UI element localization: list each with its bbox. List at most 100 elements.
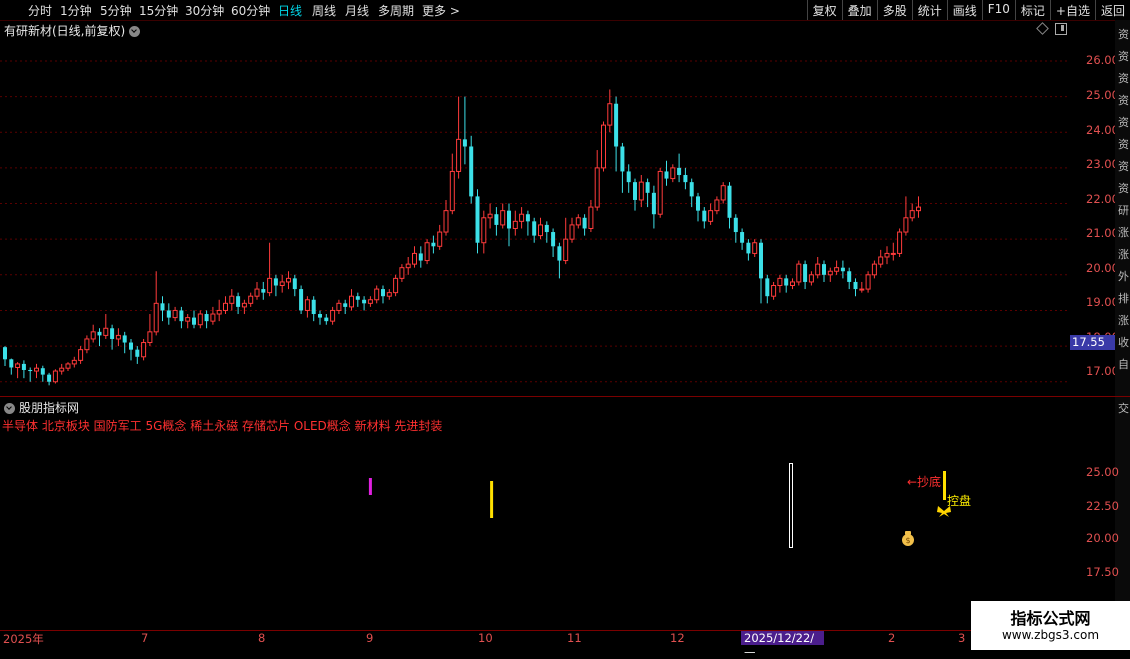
candle bbox=[424, 239, 430, 265]
candle bbox=[374, 285, 380, 304]
candle bbox=[765, 274, 770, 304]
period-tab-1min[interactable]: 1分钟 bbox=[60, 2, 92, 19]
candle bbox=[507, 203, 511, 247]
last-price-tag: 17.55 bbox=[1070, 335, 1116, 350]
candle bbox=[481, 210, 487, 254]
signal-bar bbox=[490, 481, 494, 518]
candle bbox=[40, 365, 45, 382]
money-bag-icon: $ bbox=[902, 531, 914, 546]
candle bbox=[594, 150, 600, 211]
candle bbox=[336, 299, 342, 315]
candle bbox=[815, 256, 821, 279]
period-tab-daily[interactable]: 日线 bbox=[278, 2, 302, 19]
restore-rights-button[interactable]: 复权 bbox=[806, 0, 842, 20]
period-tab-60min[interactable]: 60分钟 bbox=[231, 2, 270, 19]
y-tick: 24.00 bbox=[1086, 123, 1119, 137]
date-label: 7 bbox=[141, 631, 149, 645]
candle bbox=[349, 289, 354, 311]
candle bbox=[720, 182, 726, 204]
candle bbox=[677, 153, 682, 183]
candle bbox=[160, 296, 165, 322]
candle bbox=[689, 178, 694, 208]
candle bbox=[367, 296, 373, 307]
candle bbox=[645, 178, 650, 208]
y-tick: 19.00 bbox=[1086, 295, 1119, 309]
candle bbox=[626, 164, 631, 193]
candle bbox=[141, 338, 147, 361]
candle bbox=[790, 278, 795, 290]
candle bbox=[714, 196, 720, 215]
f10-button[interactable]: F10 bbox=[981, 0, 1015, 20]
candle bbox=[903, 196, 909, 236]
candle bbox=[569, 217, 575, 243]
y-tick: 17.00 bbox=[1086, 364, 1119, 378]
draw-line-button[interactable]: 画线 bbox=[946, 0, 982, 20]
candle bbox=[185, 314, 191, 329]
candle bbox=[607, 89, 613, 133]
candle bbox=[431, 235, 436, 254]
candle bbox=[759, 239, 763, 304]
sidebar-char: 自 bbox=[1118, 358, 1129, 371]
candle bbox=[34, 363, 39, 379]
candle bbox=[475, 189, 480, 254]
add-watchlist-button[interactable]: +自选 bbox=[1049, 0, 1095, 20]
date-label: 12 bbox=[670, 631, 685, 645]
y-tick: 25.00 bbox=[1086, 88, 1119, 102]
candle bbox=[727, 182, 732, 229]
period-tab-30min[interactable]: 30分钟 bbox=[185, 2, 224, 19]
sidebar-char: 涨 bbox=[1118, 314, 1129, 327]
sidebar-char: 资 bbox=[1118, 182, 1129, 195]
period-tab-monthly[interactable]: 月线 bbox=[345, 2, 369, 19]
candle bbox=[538, 217, 543, 240]
overlay-button[interactable]: 叠加 bbox=[841, 0, 877, 20]
toolbar-actions: 复权 叠加 多股 统计 画线 F10 标记 +自选 返回 bbox=[806, 0, 1130, 20]
indicator-title-row: 股朋指标网 bbox=[4, 399, 79, 416]
candle bbox=[771, 281, 777, 300]
candle bbox=[15, 362, 21, 379]
candle bbox=[129, 338, 133, 361]
candle bbox=[638, 175, 644, 208]
candle bbox=[324, 314, 329, 325]
candle bbox=[822, 260, 826, 282]
statistics-button[interactable]: 统计 bbox=[911, 0, 947, 20]
back-button[interactable]: 返回 bbox=[1094, 0, 1130, 20]
candle bbox=[418, 246, 423, 268]
sidebar-char: 资 bbox=[1118, 50, 1129, 63]
candle bbox=[500, 203, 506, 229]
candle bbox=[878, 249, 884, 268]
period-tab-timeshare[interactable]: 分时 bbox=[28, 2, 52, 19]
candle bbox=[897, 228, 903, 257]
candle bbox=[733, 214, 738, 243]
candle bbox=[670, 164, 676, 183]
candle bbox=[393, 274, 399, 297]
y-tick: 20.00 bbox=[1086, 261, 1119, 275]
candle bbox=[78, 346, 84, 364]
period-tab-5min[interactable]: 5分钟 bbox=[100, 2, 132, 19]
candle bbox=[261, 281, 266, 300]
candle bbox=[210, 306, 216, 325]
period-tab-weekly[interactable]: 周线 bbox=[312, 2, 336, 19]
candle bbox=[803, 260, 808, 290]
date-label: 8 bbox=[258, 631, 266, 645]
candle bbox=[223, 296, 228, 315]
candle bbox=[330, 306, 336, 325]
diamond-icon[interactable] bbox=[1036, 22, 1049, 35]
mark-button[interactable]: 标记 bbox=[1014, 0, 1050, 20]
candle bbox=[796, 260, 802, 286]
candle bbox=[582, 214, 587, 236]
chevron-down-icon[interactable] bbox=[4, 403, 15, 414]
date-label: 9 bbox=[366, 631, 374, 645]
window-toggle-icon[interactable] bbox=[1055, 23, 1067, 35]
candle bbox=[405, 256, 411, 275]
indicator-title: 股朋指标网 bbox=[19, 401, 80, 415]
candlestick-chart[interactable] bbox=[0, 36, 1068, 396]
candle bbox=[229, 289, 235, 311]
candle bbox=[657, 167, 663, 218]
period-tab-more[interactable]: 更多 > bbox=[422, 2, 460, 19]
period-tab-15min[interactable]: 15分钟 bbox=[139, 2, 178, 19]
candle bbox=[273, 274, 278, 297]
multi-stock-button[interactable]: 多股 bbox=[876, 0, 912, 20]
candle bbox=[620, 142, 625, 193]
period-tab-multi[interactable]: 多周期 bbox=[378, 2, 414, 19]
candle bbox=[399, 264, 405, 282]
